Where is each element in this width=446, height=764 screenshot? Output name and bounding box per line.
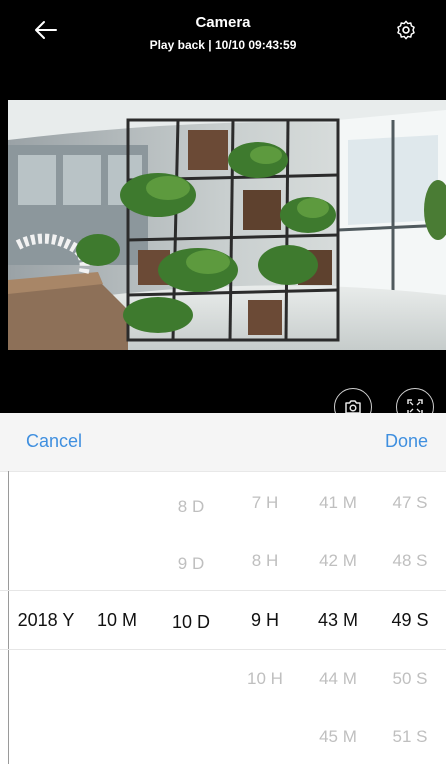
picker-second-selected[interactable]: 49 S bbox=[380, 610, 440, 631]
picker-minute-option[interactable]: 45 M bbox=[308, 727, 368, 747]
picker-second-option[interactable]: 51 S bbox=[380, 727, 440, 747]
done-button[interactable]: Done bbox=[385, 431, 428, 452]
picker-year-selected[interactable]: 2018 Y bbox=[12, 610, 80, 631]
video-image bbox=[8, 100, 446, 350]
picker-hour-option[interactable]: 8 H bbox=[236, 551, 294, 571]
picker-minute-selected[interactable]: 43 M bbox=[308, 610, 368, 631]
picker-second-option[interactable]: 48 S bbox=[380, 551, 440, 571]
picker-second-option[interactable]: 50 S bbox=[380, 669, 440, 689]
picker-column-month[interactable]: 10 M bbox=[88, 471, 146, 764]
picker-column-second[interactable]: 47 S 48 S 49 S 50 S 51 S bbox=[380, 471, 440, 764]
picker-month-selected[interactable]: 10 M bbox=[88, 610, 146, 631]
picker-edge-line bbox=[8, 471, 9, 764]
video-controls-band bbox=[0, 350, 446, 414]
header-bar: Camera Play back | 10/10 09:43:59 bbox=[0, 0, 446, 100]
picker-hour-option[interactable]: 10 H bbox=[236, 669, 294, 689]
cancel-button[interactable]: Cancel bbox=[26, 431, 82, 452]
camera-video-frame[interactable] bbox=[8, 100, 446, 350]
picker-minute-option[interactable]: 42 M bbox=[308, 551, 368, 571]
picker-column-day[interactable]: 8 D 9 D 10 D bbox=[160, 471, 222, 764]
picker-minute-option[interactable]: 44 M bbox=[308, 669, 368, 689]
picker-day-selected[interactable]: 10 D bbox=[160, 612, 222, 633]
picker-toolbar: Cancel Done bbox=[0, 413, 446, 472]
picker-hour-option[interactable]: 7 H bbox=[236, 493, 294, 513]
gear-icon bbox=[397, 20, 415, 40]
picker-second-option[interactable]: 47 S bbox=[380, 493, 440, 513]
picker-minute-option[interactable]: 41 M bbox=[308, 493, 368, 513]
picker-column-hour[interactable]: 7 H 8 H 9 H 10 H bbox=[236, 471, 294, 764]
app-screen: Camera Play back | 10/10 09:43:59 Cancel… bbox=[0, 0, 446, 764]
settings-button[interactable] bbox=[390, 14, 422, 46]
picker-column-year[interactable]: 2018 Y bbox=[12, 471, 80, 764]
picker-hour-selected[interactable]: 9 H bbox=[236, 610, 294, 631]
date-time-picker-sheet: Cancel Done 2018 Y 10 M 8 D 9 D 10 D 7 H… bbox=[0, 413, 446, 764]
page-title: Camera bbox=[195, 14, 251, 31]
playback-timestamp: Play back | 10/10 09:43:59 bbox=[149, 38, 297, 52]
picker-day-option[interactable]: 9 D bbox=[160, 554, 222, 574]
picker-day-option[interactable]: 8 D bbox=[160, 497, 222, 517]
picker-column-minute[interactable]: 41 M 42 M 43 M 44 M 45 M bbox=[308, 471, 368, 764]
